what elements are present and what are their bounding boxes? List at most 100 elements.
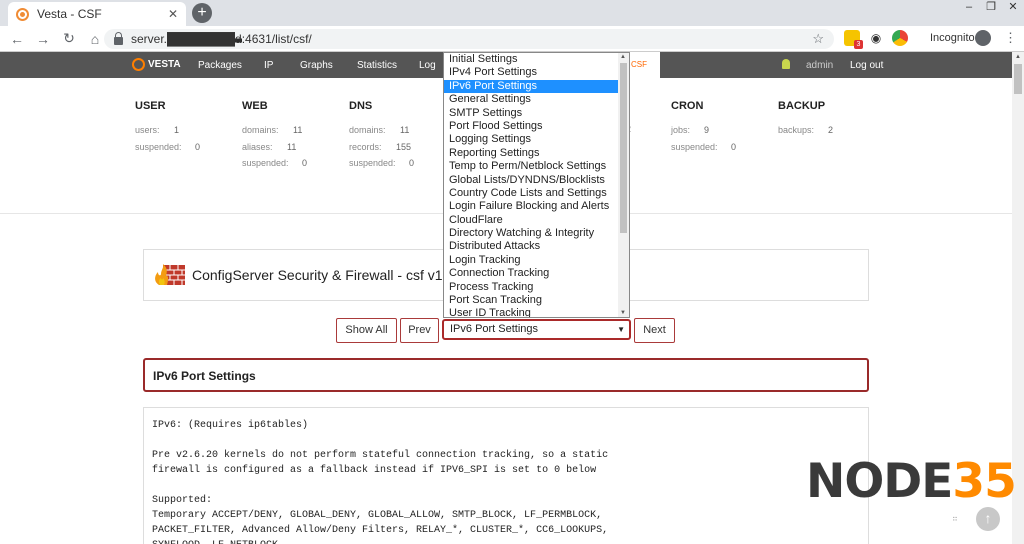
dropdown-option[interactable]: SMTP Settings <box>444 107 619 120</box>
tab-title: Vesta - CSF <box>37 7 102 21</box>
stat-label: backups: <box>778 125 815 135</box>
browser-tab[interactable]: Vesta - CSF ✕ <box>8 2 186 26</box>
section-dropdown-list: Initial Settings IPv4 Port Settings IPv6… <box>443 52 630 318</box>
stat-label: users: <box>135 125 160 135</box>
menu-kebab-icon[interactable]: ⋮ <box>1004 30 1017 46</box>
stat-value: 155 <box>396 141 412 152</box>
stat-label: domains: <box>242 125 279 135</box>
stat-label: aliases: <box>242 141 273 152</box>
nav-log[interactable]: Log <box>419 60 436 71</box>
dropdown-option[interactable]: IPv4 Port Settings <box>444 66 619 79</box>
csf-title: ConfigServer Security & Firewall - csf v… <box>192 267 455 283</box>
stats-backup-title[interactable]: BACKUP <box>778 100 833 112</box>
stats-user-title[interactable]: USER <box>135 100 200 112</box>
eye-icon[interactable]: ◉ <box>868 30 884 46</box>
window-controls: – ❐ ✕ <box>958 0 1024 16</box>
stat-label: suspended: <box>349 158 396 168</box>
extension-icons: 3 ◉ <box>844 30 908 49</box>
incognito-label: Incognito <box>930 32 975 44</box>
dots-icon: ⠶ <box>952 514 958 523</box>
dropdown-option[interactable]: Initial Settings <box>444 53 619 66</box>
page-scroll-thumb[interactable] <box>1014 64 1022 94</box>
url-redacted: ████████d <box>167 32 242 46</box>
dropdown-option[interactable]: Login Tracking <box>444 254 619 267</box>
dropdown-scroll-thumb[interactable] <box>620 63 627 233</box>
section-select[interactable]: IPv6 Port Settings ▼ <box>442 319 631 340</box>
url-path: :4631/list/csf/ <box>241 32 312 46</box>
dropdown-option-selected[interactable]: IPv6 Port Settings <box>444 79 619 94</box>
dropdown-option[interactable]: CloudFlare <box>444 214 619 227</box>
reload-icon[interactable]: ↻ <box>56 30 82 47</box>
dropdown-option[interactable]: Port Scan Tracking <box>444 294 619 307</box>
back-icon[interactable]: ← <box>4 31 30 47</box>
dropdown-option[interactable]: Directory Watching & Integrity <box>444 227 619 240</box>
scroll-to-top-button[interactable]: ↑ <box>976 507 1000 531</box>
node35-watermark: NODE35 <box>806 454 1017 509</box>
close-window-icon[interactable]: ✕ <box>1002 0 1024 16</box>
nav-graphs[interactable]: Graphs <box>300 60 333 71</box>
stat-label: records: <box>349 141 382 152</box>
dropdown-scrollbar[interactable]: ▲ ▼ <box>618 53 629 317</box>
section-description-box: IPv6: (Requires ip6tables) Pre v2.6.20 k… <box>143 407 869 544</box>
stat-value: 11 <box>287 141 297 152</box>
chrome-icon[interactable] <box>892 30 908 46</box>
dropdown-option[interactable]: Port Flood Settings <box>444 120 619 133</box>
stat-label: jobs: <box>671 125 691 135</box>
firewall-icon <box>155 264 185 285</box>
caret-down-icon: ▼ <box>617 325 625 334</box>
nav-statistics[interactable]: Statistics <box>357 60 397 71</box>
dropdown-option[interactable]: Process Tracking <box>444 281 619 294</box>
dropdown-option[interactable]: Country Code Lists and Settings <box>444 187 619 200</box>
minimize-icon[interactable]: – <box>958 0 980 16</box>
dropdown-option[interactable]: Logging Settings <box>444 133 619 146</box>
restore-icon[interactable]: ❐ <box>980 0 1002 16</box>
logout-link[interactable]: Log out <box>850 60 883 71</box>
scroll-up-icon[interactable]: ▲ <box>620 54 626 60</box>
prev-button[interactable]: Prev <box>400 318 439 343</box>
browser-tabstrip: Vesta - CSF ✕ + – ❐ ✕ <box>0 0 1024 26</box>
stat-value: 0 <box>302 158 308 168</box>
stat-value: 1 <box>174 125 180 135</box>
stat-value: 2 <box>828 125 834 135</box>
dropdown-option[interactable]: Login Failure Blocking and Alerts <box>444 200 619 213</box>
dropdown-option[interactable]: Connection Tracking <box>444 267 619 280</box>
dropdown-option[interactable]: Reporting Settings <box>444 147 619 160</box>
stat-value: 9 <box>704 125 710 135</box>
scroll-up-icon[interactable]: ▲ <box>1015 54 1021 60</box>
dropdown-option[interactable]: User ID Tracking <box>444 307 619 317</box>
nav-packages[interactable]: Packages <box>198 60 242 71</box>
lock-icon <box>114 32 123 45</box>
stat-label: domains: <box>349 125 386 135</box>
dropdown-option[interactable]: Global Lists/DYNDNS/Blocklists <box>444 174 619 187</box>
bookmark-star-icon[interactable]: ☆ <box>812 31 824 47</box>
close-tab-icon[interactable]: ✕ <box>168 7 178 21</box>
incognito-avatar-icon[interactable] <box>975 30 991 46</box>
dropdown-option[interactable]: Temp to Perm/Netblock Settings <box>444 160 619 173</box>
watermark-part2: 35 <box>952 454 1016 509</box>
new-tab-button[interactable]: + <box>192 3 212 23</box>
scroll-down-icon[interactable]: ▼ <box>620 310 626 316</box>
next-button[interactable]: Next <box>634 318 675 343</box>
stat-value: 0 <box>731 141 737 152</box>
vesta-favicon-icon <box>16 7 29 21</box>
user-link[interactable]: admin <box>806 60 833 71</box>
show-all-button[interactable]: Show All <box>336 318 397 343</box>
vesta-logo[interactable]: VESTA <box>132 58 181 71</box>
stat-value: 0 <box>409 158 415 168</box>
bell-icon[interactable] <box>782 59 790 69</box>
stat-label: suspended: <box>242 158 289 168</box>
stat-value: 0 <box>195 141 201 152</box>
address-bar[interactable]: server. ████████d:4631/list/csf/ ☆ <box>104 29 834 49</box>
vesta-logo-text: VESTA <box>148 59 181 70</box>
dropdown-option[interactable]: Distributed Attacks <box>444 240 619 253</box>
stats-web-title[interactable]: WEB <box>242 100 307 112</box>
stat-value: 11 <box>400 125 410 135</box>
section-heading: IPv6 Port Settings <box>153 369 256 383</box>
extension-icon[interactable]: 3 <box>844 30 863 49</box>
nav-ip[interactable]: IP <box>264 60 273 71</box>
stats-cron-title[interactable]: CRON <box>671 100 736 112</box>
dropdown-option[interactable]: General Settings <box>444 93 619 106</box>
forward-icon[interactable]: → <box>30 31 56 47</box>
vesta-logo-icon <box>132 58 145 71</box>
stats-dns-title[interactable]: DNS <box>349 100 414 112</box>
